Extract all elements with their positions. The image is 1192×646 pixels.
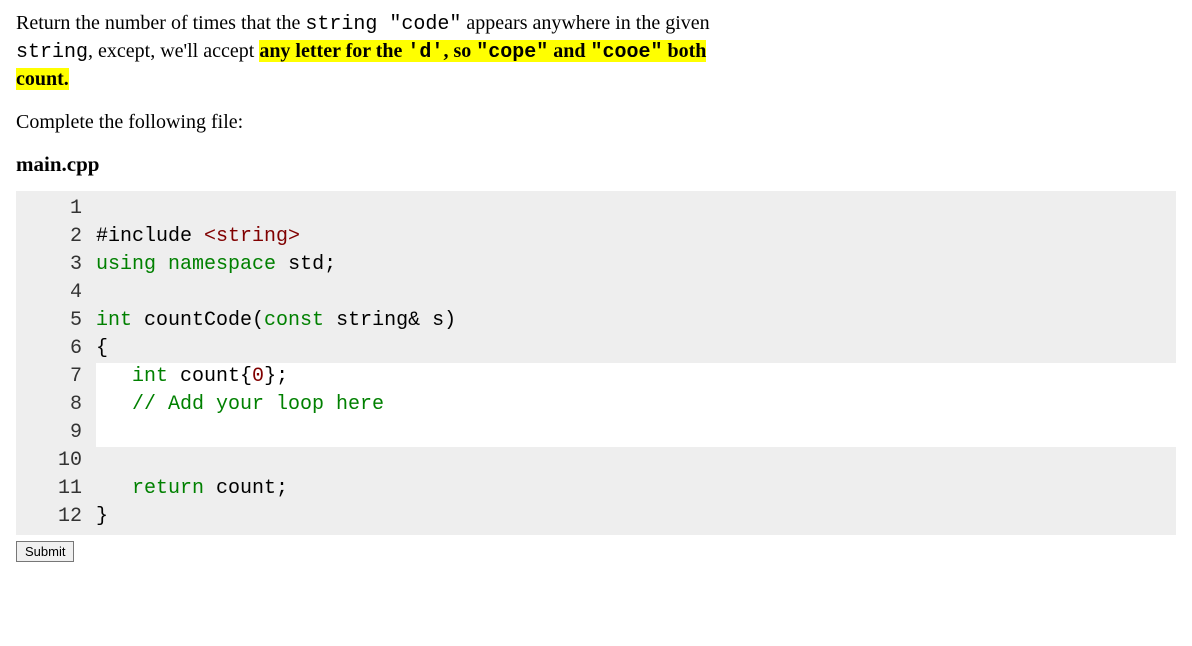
code-content (96, 195, 1176, 223)
line-number: 1 (16, 195, 96, 223)
code-editor[interactable]: 1 2#include <string>3using namespace std… (16, 191, 1176, 535)
code-line[interactable]: 9 (16, 419, 1176, 447)
code-line: 1 (16, 195, 1176, 223)
code-line[interactable]: 7 int count{0}; (16, 363, 1176, 391)
line-number: 11 (16, 475, 96, 503)
code-line: 12} (16, 503, 1176, 531)
code-content[interactable]: int count{0}; (96, 363, 1176, 391)
line-number: 6 (16, 335, 96, 363)
code-line: 3using namespace std; (16, 251, 1176, 279)
code-line[interactable]: 8 // Add your loop here (16, 391, 1176, 419)
code-content[interactable] (96, 419, 1176, 447)
code-content: { (96, 335, 1176, 363)
code-line: 4 (16, 279, 1176, 307)
line-number: 10 (16, 447, 96, 475)
text: Return the number of times that the (16, 12, 305, 34)
highlight: count. (16, 68, 69, 90)
code-text: string (16, 41, 88, 64)
text: , except, we'll accept (88, 40, 259, 62)
line-number: 7 (16, 363, 96, 391)
code-text: string "code" (305, 13, 461, 36)
line-number: 5 (16, 307, 96, 335)
code-content[interactable]: // Add your loop here (96, 391, 1176, 419)
line-number: 4 (16, 279, 96, 307)
code-content: return count; (96, 475, 1176, 503)
line-number: 3 (16, 251, 96, 279)
instruction-text: Complete the following file: (16, 111, 1176, 134)
line-number: 2 (16, 223, 96, 251)
code-content: #include <string> (96, 223, 1176, 251)
code-line: 2#include <string> (16, 223, 1176, 251)
code-content: using namespace std; (96, 251, 1176, 279)
problem-statement: Return the number of times that the stri… (16, 10, 1176, 93)
line-number: 9 (16, 419, 96, 447)
highlight: any letter for the 'd', so "cope" and "c… (259, 40, 706, 62)
line-number: 12 (16, 503, 96, 531)
code-content (96, 447, 1176, 475)
code-line: 10 (16, 447, 1176, 475)
code-line: 5int countCode(const string& s) (16, 307, 1176, 335)
code-content (96, 279, 1176, 307)
submit-button[interactable]: Submit (16, 541, 74, 562)
filename-heading: main.cpp (16, 152, 1176, 177)
code-line: 11 return count; (16, 475, 1176, 503)
code-content: int countCode(const string& s) (96, 307, 1176, 335)
line-number: 8 (16, 391, 96, 419)
text: appears anywhere in the given (461, 12, 709, 34)
code-line: 6{ (16, 335, 1176, 363)
code-content: } (96, 503, 1176, 531)
